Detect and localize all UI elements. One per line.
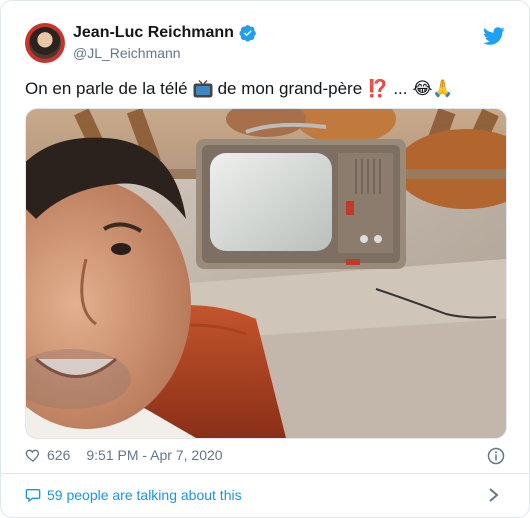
author-block[interactable]: Jean-Luc Reichmann @JL_Reichmann [73, 24, 257, 61]
like-count[interactable]: 626 [47, 447, 70, 463]
tweet-timestamp[interactable]: 9:51 PM - Apr 7, 2020 [86, 447, 222, 463]
divider [1, 473, 529, 474]
tweet-card: Jean-Luc Reichmann @JL_Reichmann On en p… [0, 0, 530, 518]
tweet-photo[interactable] [25, 108, 507, 439]
avatar[interactable] [25, 23, 65, 63]
verified-badge-icon [239, 25, 256, 42]
tv-set [196, 122, 406, 269]
tweet-text-part2: de mon grand-père [217, 79, 363, 98]
tweet-ellipsis: ... [393, 79, 408, 98]
talking-count-text[interactable]: 59 people are talking about this [47, 487, 242, 503]
chevron-right-icon[interactable] [487, 487, 501, 503]
tweet-meta: 626 9:51 PM - Apr 7, 2020 [25, 447, 223, 463]
twitter-bird-icon[interactable] [483, 25, 505, 47]
comment-bubble-icon [25, 489, 41, 503]
tweet-text: On en parle de la télé de mon grand-père… [25, 79, 454, 99]
author-handle[interactable]: @JL_Reichmann [73, 45, 257, 61]
laughing-praying-emoji-icon: 😂🙏 [412, 79, 454, 98]
author-name[interactable]: Jean-Luc Reichmann [73, 24, 234, 42]
info-icon[interactable] [487, 447, 505, 465]
interrobang-emoji-icon: ⁉️ [367, 79, 389, 98]
heart-icon[interactable] [25, 447, 41, 463]
conversation-link[interactable]: 59 people are talking about this [25, 487, 242, 503]
tv-emoji-icon [193, 80, 213, 98]
tweet-text-part1: On en parle de la télé [25, 79, 188, 98]
photo-selfie-with-tv [26, 109, 506, 438]
tweet-header: Jean-Luc Reichmann @JL_Reichmann [25, 23, 509, 73]
